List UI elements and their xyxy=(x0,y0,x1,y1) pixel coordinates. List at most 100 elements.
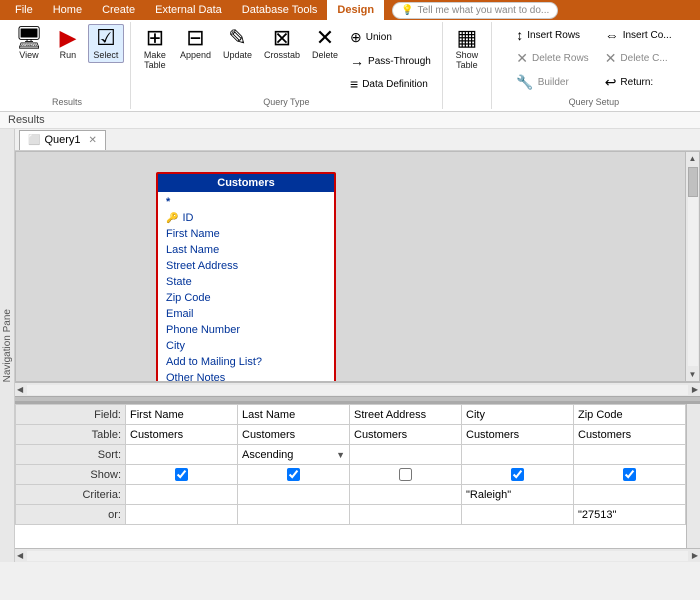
qbe-or-3[interactable] xyxy=(350,505,462,525)
query-tab-bar: ⬜ Query1 ✕ xyxy=(15,129,700,151)
query1-tab[interactable]: ⬜ Query1 ✕ xyxy=(19,130,106,150)
field-street-address[interactable]: Street Address xyxy=(158,258,334,274)
sort-chevron-icon[interactable]: ▼ xyxy=(336,450,345,460)
pass-through-button[interactable]: → Pass-Through xyxy=(345,50,436,72)
qbe-table-5[interactable]: Customers xyxy=(574,425,686,445)
qbe-sort-1[interactable] xyxy=(126,445,238,465)
field-state-text: State xyxy=(166,276,192,288)
qbe-scroll-right[interactable] xyxy=(686,404,700,548)
show-table-button[interactable]: ▦ ShowTable xyxy=(449,24,485,73)
qbe-field-1[interactable]: First Name xyxy=(126,405,238,425)
scroll-right-btn[interactable]: ▶ xyxy=(690,383,700,396)
scroll-track-h xyxy=(27,385,688,395)
qbe-show-checkbox-4[interactable] xyxy=(511,468,524,481)
select-button[interactable]: ☑ Select xyxy=(88,24,124,63)
sort-dropdown[interactable]: Ascending ▼ xyxy=(242,449,345,461)
scroll-up-btn[interactable]: ▲ xyxy=(687,152,699,165)
return-button[interactable]: ↩ Return: xyxy=(600,71,677,94)
qbe-table-3[interactable]: Customers xyxy=(350,425,462,445)
field-phone-number[interactable]: Phone Number xyxy=(158,322,334,338)
qbe-sort-5[interactable] xyxy=(574,445,686,465)
builder-button[interactable]: 🔧 Builder xyxy=(511,71,593,94)
results-bar: Results xyxy=(0,112,700,129)
qbe-or-1[interactable] xyxy=(126,505,238,525)
insert-rows-icon: ↕ xyxy=(516,27,523,43)
tab-external-data[interactable]: External Data xyxy=(145,0,232,20)
field-mailing-list[interactable]: Add to Mailing List? xyxy=(158,354,334,370)
update-icon: ✎ xyxy=(228,27,246,49)
qbe-or-5[interactable]: "27513" xyxy=(574,505,686,525)
insert-rows-button[interactable]: ↕ Insert Rows xyxy=(511,24,593,46)
qbe-show-checkbox-2[interactable] xyxy=(287,468,300,481)
qbe-sort-2[interactable]: Ascending ▼ xyxy=(238,445,350,465)
nav-pane[interactable]: Navigation Pane xyxy=(0,129,15,562)
field-other-notes[interactable]: Other Notes xyxy=(158,370,334,382)
qbe-criteria-3[interactable] xyxy=(350,485,462,505)
customers-table-header[interactable]: Customers xyxy=(158,174,334,192)
tab-design[interactable]: Design xyxy=(327,0,384,20)
qbe-criteria-5[interactable] xyxy=(574,485,686,505)
field-id-text: ID xyxy=(182,212,193,224)
field-asterisk[interactable]: * xyxy=(158,194,334,210)
qbe-table-4[interactable]: Customers xyxy=(462,425,574,445)
append-button[interactable]: ⊟ Append xyxy=(175,24,216,63)
crosstab-button[interactable]: ⊠ Crosstab xyxy=(259,24,305,63)
tell-me-box[interactable]: 💡 Tell me what you want to do... xyxy=(392,2,558,19)
tab-create[interactable]: Create xyxy=(92,0,145,20)
qbe-field-2[interactable]: Last Name xyxy=(238,405,350,425)
qbe-or-2[interactable] xyxy=(238,505,350,525)
qbe-criteria-4[interactable]: "Raleigh" xyxy=(462,485,574,505)
run-button[interactable]: ▶ Run xyxy=(50,24,86,63)
field-phone-number-text: Phone Number xyxy=(166,324,240,336)
qbe-criteria-1[interactable] xyxy=(126,485,238,505)
builder-icon: 🔧 xyxy=(516,74,533,91)
qbe-criteria-2[interactable] xyxy=(238,485,350,505)
field-first-name[interactable]: First Name xyxy=(158,226,334,242)
qbe-scroll-bottom[interactable]: ◀ ▶ xyxy=(15,548,700,562)
qbe-sort-3[interactable] xyxy=(350,445,462,465)
insert-columns-button[interactable]: ⇔ Insert Co... xyxy=(600,24,677,46)
view-icon: 🖥 xyxy=(15,27,43,49)
update-button[interactable]: ✎ Update xyxy=(218,24,257,63)
qbe-table-1[interactable]: Customers xyxy=(126,425,238,445)
make-table-icon: ⊞ xyxy=(146,27,164,49)
qbe-show-checkbox-3[interactable] xyxy=(399,468,412,481)
delete-columns-button[interactable]: ✕ Delete C... xyxy=(600,47,677,70)
scroll-thumb-v[interactable] xyxy=(688,167,698,197)
qbe-sort-4[interactable] xyxy=(462,445,574,465)
qbe-label-sort: Sort: xyxy=(16,445,126,465)
results-label: Results xyxy=(8,114,45,126)
field-id[interactable]: 🔑 ID xyxy=(158,210,334,226)
make-table-button[interactable]: ⊞ MakeTable xyxy=(137,24,173,73)
qbe-scroll-right-btn[interactable]: ▶ xyxy=(690,549,700,562)
qbe-wrapper: Field: First Name Last Name Street Addre… xyxy=(15,404,700,548)
union-button[interactable]: ⊕ Union xyxy=(345,26,436,49)
qbe-field-3[interactable]: Street Address xyxy=(350,405,462,425)
data-definition-button[interactable]: ≡ Data Definition xyxy=(345,73,436,95)
qbe-or-4[interactable] xyxy=(462,505,574,525)
qbe-field-4[interactable]: City xyxy=(462,405,574,425)
content-area: ⬜ Query1 ✕ Customers * 🔑 ID xyxy=(15,129,700,562)
field-state[interactable]: State xyxy=(158,274,334,290)
field-email[interactable]: Email xyxy=(158,306,334,322)
tab-file[interactable]: File xyxy=(5,0,43,20)
qbe-field-5[interactable]: Zip Code xyxy=(574,405,686,425)
scroll-down-btn[interactable]: ▼ xyxy=(687,368,699,381)
tab-database-tools[interactable]: Database Tools xyxy=(232,0,328,20)
qbe-label-table: Table: xyxy=(16,425,126,445)
tab-home[interactable]: Home xyxy=(43,0,92,20)
delete-button[interactable]: ✕ Delete xyxy=(307,24,343,63)
view-button[interactable]: 🖥 View xyxy=(10,24,48,63)
design-scroll-right[interactable]: ▲ ▼ xyxy=(685,152,699,381)
field-last-name[interactable]: Last Name xyxy=(158,242,334,258)
field-city[interactable]: City xyxy=(158,338,334,354)
qbe-show-checkbox-5[interactable] xyxy=(623,468,636,481)
qbe-show-checkbox-1[interactable] xyxy=(175,468,188,481)
query-tab-close[interactable]: ✕ xyxy=(89,135,97,146)
scroll-left-btn[interactable]: ◀ xyxy=(15,383,25,396)
field-zip-code[interactable]: Zip Code xyxy=(158,290,334,306)
qbe-scroll-left[interactable]: ◀ xyxy=(15,549,25,562)
qbe-table-2[interactable]: Customers xyxy=(238,425,350,445)
delete-rows-button[interactable]: ✕ Delete Rows xyxy=(511,47,593,70)
design-scroll-bottom[interactable]: ◀ ▶ xyxy=(15,382,700,396)
